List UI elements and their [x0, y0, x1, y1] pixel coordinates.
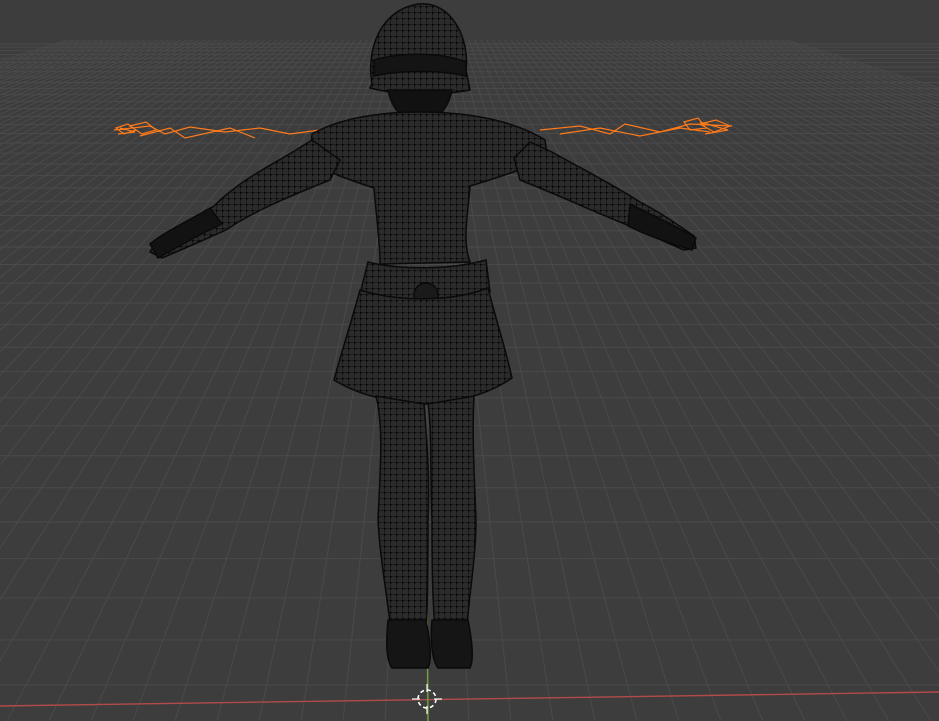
mesh-skirt[interactable]: [333, 286, 513, 405]
mesh-boot-left[interactable]: [386, 619, 431, 669]
mesh-leg-right[interactable]: [427, 395, 477, 641]
mesh-boot-right[interactable]: [430, 619, 473, 669]
viewport-canvas[interactable]: [0, 0, 939, 721]
3d-viewport[interactable]: [0, 0, 939, 721]
